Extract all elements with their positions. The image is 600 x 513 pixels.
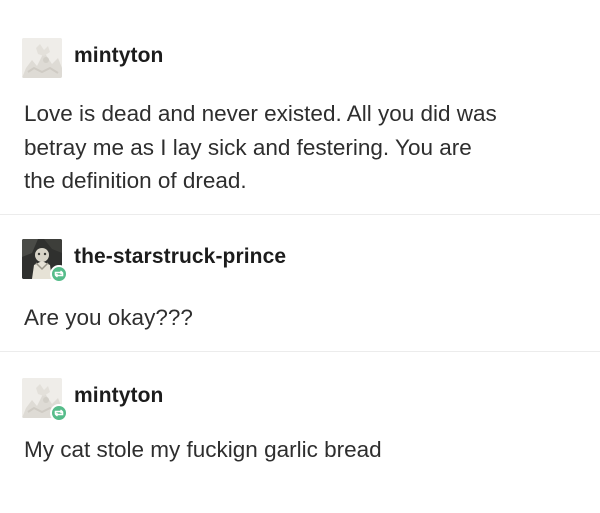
post-1: mintyton Love is dead and never existed.…	[0, 0, 600, 215]
username[interactable]: mintyton	[74, 44, 163, 68]
reblog-icon	[50, 265, 68, 283]
username[interactable]: the-starstruck-prince	[74, 245, 286, 269]
tumblr-thread: mintyton Love is dead and never existed.…	[0, 0, 600, 513]
post-3: mintyton My cat stole my fuckign garlic …	[0, 352, 600, 513]
post-body-line: Are you okay???	[24, 305, 193, 330]
post-header: mintyton	[22, 38, 582, 82]
post-body-line: betray me as I lay sick and festering. Y…	[24, 134, 472, 160]
username[interactable]: mintyton	[74, 384, 163, 408]
avatar-image	[22, 38, 62, 78]
post-body-line: Love is dead and never existed. All you …	[24, 101, 497, 126]
reblog-icon	[50, 404, 68, 422]
post-header: mintyton	[22, 378, 582, 422]
post-header: the-starstruck-prince	[22, 239, 582, 283]
post-2: the-starstruck-prince Are you okay???	[0, 215, 600, 352]
post-body-line: My cat stole my fuckign garlic bread	[24, 437, 382, 462]
post-body: Love is dead and never existed. All you …	[24, 97, 584, 198]
post-body: Are you okay???	[24, 301, 584, 335]
post-body: My cat stole my fuckign garlic bread	[24, 433, 584, 467]
avatar[interactable]	[22, 38, 62, 78]
post-body-line: the definition of dread.	[24, 168, 247, 193]
